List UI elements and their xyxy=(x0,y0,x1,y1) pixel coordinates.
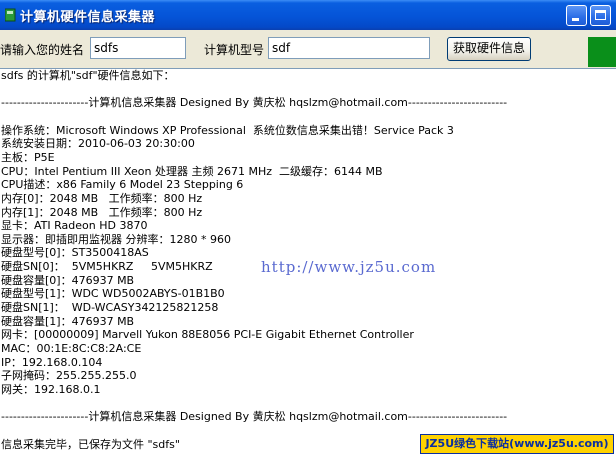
title-bar: 计算机硬件信息采集器 xyxy=(0,0,616,30)
output-line: IP：192.168.0.104 xyxy=(1,355,103,369)
computer-model-input[interactable]: sdf xyxy=(268,37,430,59)
computer-model-label: 计算机型号 xyxy=(204,43,265,57)
app-icon xyxy=(5,8,16,22)
output-line: 操作系统：Microsoft Windows XP Professional 系… xyxy=(1,123,454,137)
output-line: 系统安装日期：2010-06-03 20:30:00 xyxy=(1,137,195,151)
output-line: 显示器：即插即用监视器 分辨率：1280 * 960 xyxy=(1,232,231,246)
output-line: 内存[0]：2048 MB 工作频率：800 Hz xyxy=(1,191,203,205)
name-label: 请输入您的姓名 xyxy=(0,43,85,57)
output-line: 硬盘型号[0]：ST3500418AS xyxy=(1,246,149,260)
site-badge: JZ5U绿色下载站(www.jz5u.com) xyxy=(420,434,614,454)
input-panel: 请输入您的姓名 sdfs 计算机型号 sdf 获取硬件信息 xyxy=(0,30,616,68)
name-input[interactable]: sdfs xyxy=(90,37,186,59)
output-line: CPU：Intel Pentium III Xeon 处理器 主频 2671 M… xyxy=(1,164,383,178)
output-line: ----------------------计算机信息采集器 Designed … xyxy=(1,96,508,110)
output-line: 主板：P5E xyxy=(1,150,55,164)
output-line: sdfs 的计算机"sdf"硬件信息如下： xyxy=(1,69,175,82)
output-line: 内存[1]：2048 MB 工作频率：800 Hz xyxy=(1,205,203,219)
output-line: 硬盘型号[1]：WDC WD5002ABYS-01B1B0 xyxy=(1,287,225,301)
maximize-button[interactable] xyxy=(590,5,611,26)
output-line: 显卡：ATI Radeon HD 3870 xyxy=(1,219,148,233)
minimize-icon xyxy=(572,18,579,21)
output-line: 信息采集完毕，已保存为文件 "sdfs" xyxy=(1,437,180,451)
output-line: 子网掩码：255.255.255.0 xyxy=(1,369,137,383)
output-textarea[interactable]: http://www.jz5u.com sdfs 的计算机"sdf"硬件信息如下… xyxy=(0,68,616,457)
output-line: 硬盘容量[0]：476937 MB xyxy=(1,273,135,287)
output-line: 硬盘SN[0]： 5VM5HKRZ 5VM5HKRZ xyxy=(1,260,213,274)
maximize-icon xyxy=(595,10,606,20)
output-line: 网关：192.168.0.1 xyxy=(1,382,101,396)
minimize-button[interactable] xyxy=(566,5,587,26)
get-hardware-info-button[interactable]: 获取硬件信息 xyxy=(447,37,531,61)
output-line: ----------------------计算机信息采集器 Designed … xyxy=(1,410,508,424)
output-line: 硬盘SN[1]： WD-WCASY342125821258 xyxy=(1,301,219,315)
side-decoration xyxy=(588,37,616,67)
output-line: CPU描述：x86 Family 6 Model 23 Stepping 6 xyxy=(1,178,244,192)
output-line: 硬盘容量[1]：476937 MB xyxy=(1,314,135,328)
output-line: 网卡：[00000009] Marvell Yukon 88E8056 PCI-… xyxy=(1,328,414,342)
window-title: 计算机硬件信息采集器 xyxy=(20,10,156,25)
output-line: MAC：00:1E:8C:C8:2A:CE xyxy=(1,342,142,355)
watermark-url: http://www.jz5u.com xyxy=(261,258,437,276)
